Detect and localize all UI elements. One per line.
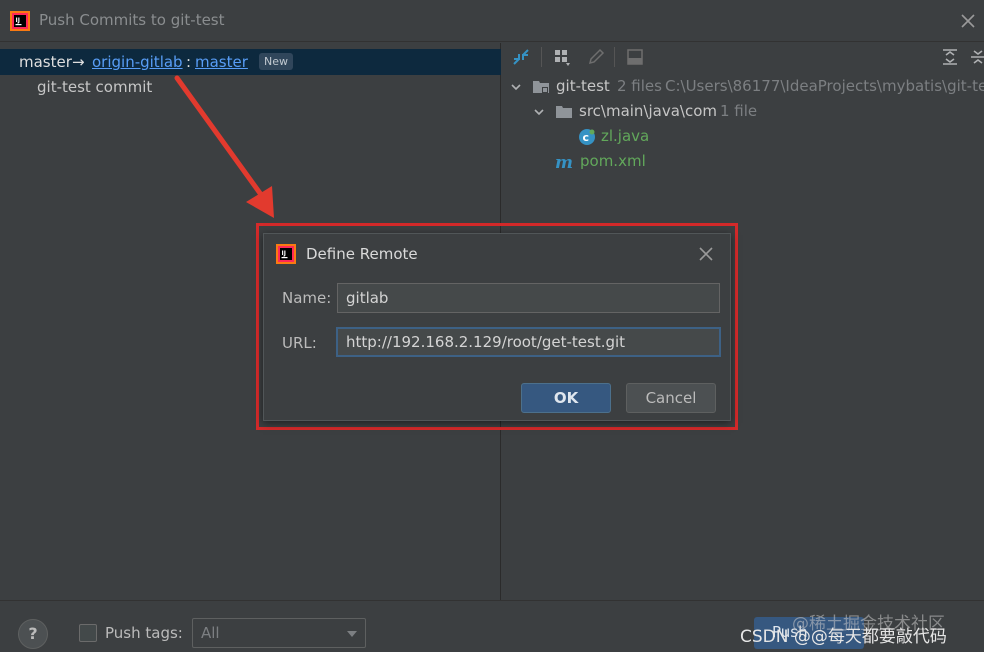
- tree-folder-name: src\main\java\com: [579, 102, 718, 120]
- expand-branches-icon[interactable]: [511, 47, 531, 67]
- cancel-button[interactable]: Cancel: [626, 383, 716, 413]
- chevron-down-icon[interactable]: [533, 106, 545, 118]
- folder-icon: [556, 106, 572, 118]
- branch-arrow: →: [72, 53, 85, 71]
- push-tags-select[interactable]: All: [192, 618, 366, 648]
- local-branch: master: [19, 53, 72, 71]
- watermark-bottom: CSDN @@每天都要敲代码: [740, 627, 947, 647]
- changes-toolbar: [502, 43, 984, 71]
- define-remote-dialog: IJ Define Remote Name: gitlab URL: http:…: [263, 233, 731, 421]
- maven-icon: m: [555, 153, 573, 171]
- intellij-logo-icon: IJ: [276, 244, 296, 264]
- title-bar: IJ Push Commits to git-test: [0, 0, 984, 42]
- tree-file-name: pom.xml: [580, 152, 646, 170]
- target-branch-link[interactable]: master: [195, 53, 248, 71]
- svg-text:m: m: [555, 153, 573, 171]
- ok-button[interactable]: OK: [521, 383, 611, 413]
- tree-root-count: 2 files: [617, 77, 662, 95]
- group-icon[interactable]: [552, 47, 572, 67]
- java-class-icon: c: [579, 129, 595, 145]
- collapse-all-icon[interactable]: [968, 47, 984, 67]
- diff-icon[interactable]: [625, 47, 645, 67]
- chevron-down-icon: [347, 631, 357, 637]
- tree-file-row[interactable]: c zl.java: [502, 126, 984, 148]
- window-close-icon[interactable]: [958, 11, 978, 31]
- tree-folder-count: 1 file: [720, 102, 758, 120]
- tree-root-path: C:\Users\86177\IdeaProjects\mybatis\git-…: [665, 77, 984, 95]
- push-tags-checkbox[interactable]: [79, 624, 97, 642]
- tree-root-name: git-test: [556, 77, 610, 95]
- chevron-down-icon[interactable]: [510, 81, 522, 93]
- commit-item[interactable]: git-test commit: [37, 78, 152, 96]
- module-folder-icon: [533, 81, 549, 93]
- push-tags-label: Push tags:: [105, 624, 183, 642]
- help-button[interactable]: ?: [18, 619, 48, 649]
- svg-text:c: c: [583, 131, 590, 144]
- tree-file-row[interactable]: m pom.xml: [502, 151, 984, 173]
- url-input[interactable]: http://192.168.2.129/root/get-test.git: [336, 327, 721, 357]
- branch-colon: :: [186, 53, 192, 71]
- branch-row[interactable]: master → origin-gitlab : master New: [0, 49, 501, 75]
- name-label: Name:: [282, 289, 332, 307]
- dialog-title: Define Remote: [306, 245, 418, 263]
- remote-link[interactable]: origin-gitlab: [92, 53, 183, 71]
- edit-icon[interactable]: [586, 47, 606, 67]
- bottom-bar: ? Push tags: All Push @稀土掘金技术社区 CSDN @@每…: [0, 600, 984, 652]
- window-title: Push Commits to git-test: [39, 11, 225, 29]
- tree-file-name: zl.java: [601, 127, 650, 145]
- expand-all-icon[interactable]: [940, 47, 960, 67]
- new-badge: New: [259, 53, 293, 70]
- intellij-logo-icon: IJ: [10, 11, 30, 31]
- toolbar-separator: [614, 47, 615, 67]
- svg-text:IJ: IJ: [16, 17, 20, 24]
- tree-root-row[interactable]: git-test 2 files C:\Users\86177\IdeaProj…: [502, 76, 984, 98]
- push-tags-value: All: [201, 624, 220, 642]
- tree-folder-row[interactable]: src\main\java\com 1 file: [502, 101, 984, 123]
- svg-text:IJ: IJ: [282, 250, 286, 257]
- url-label: URL:: [282, 334, 317, 352]
- dialog-close-icon[interactable]: [696, 244, 716, 264]
- toolbar-separator: [541, 47, 542, 67]
- name-input[interactable]: gitlab: [337, 283, 720, 313]
